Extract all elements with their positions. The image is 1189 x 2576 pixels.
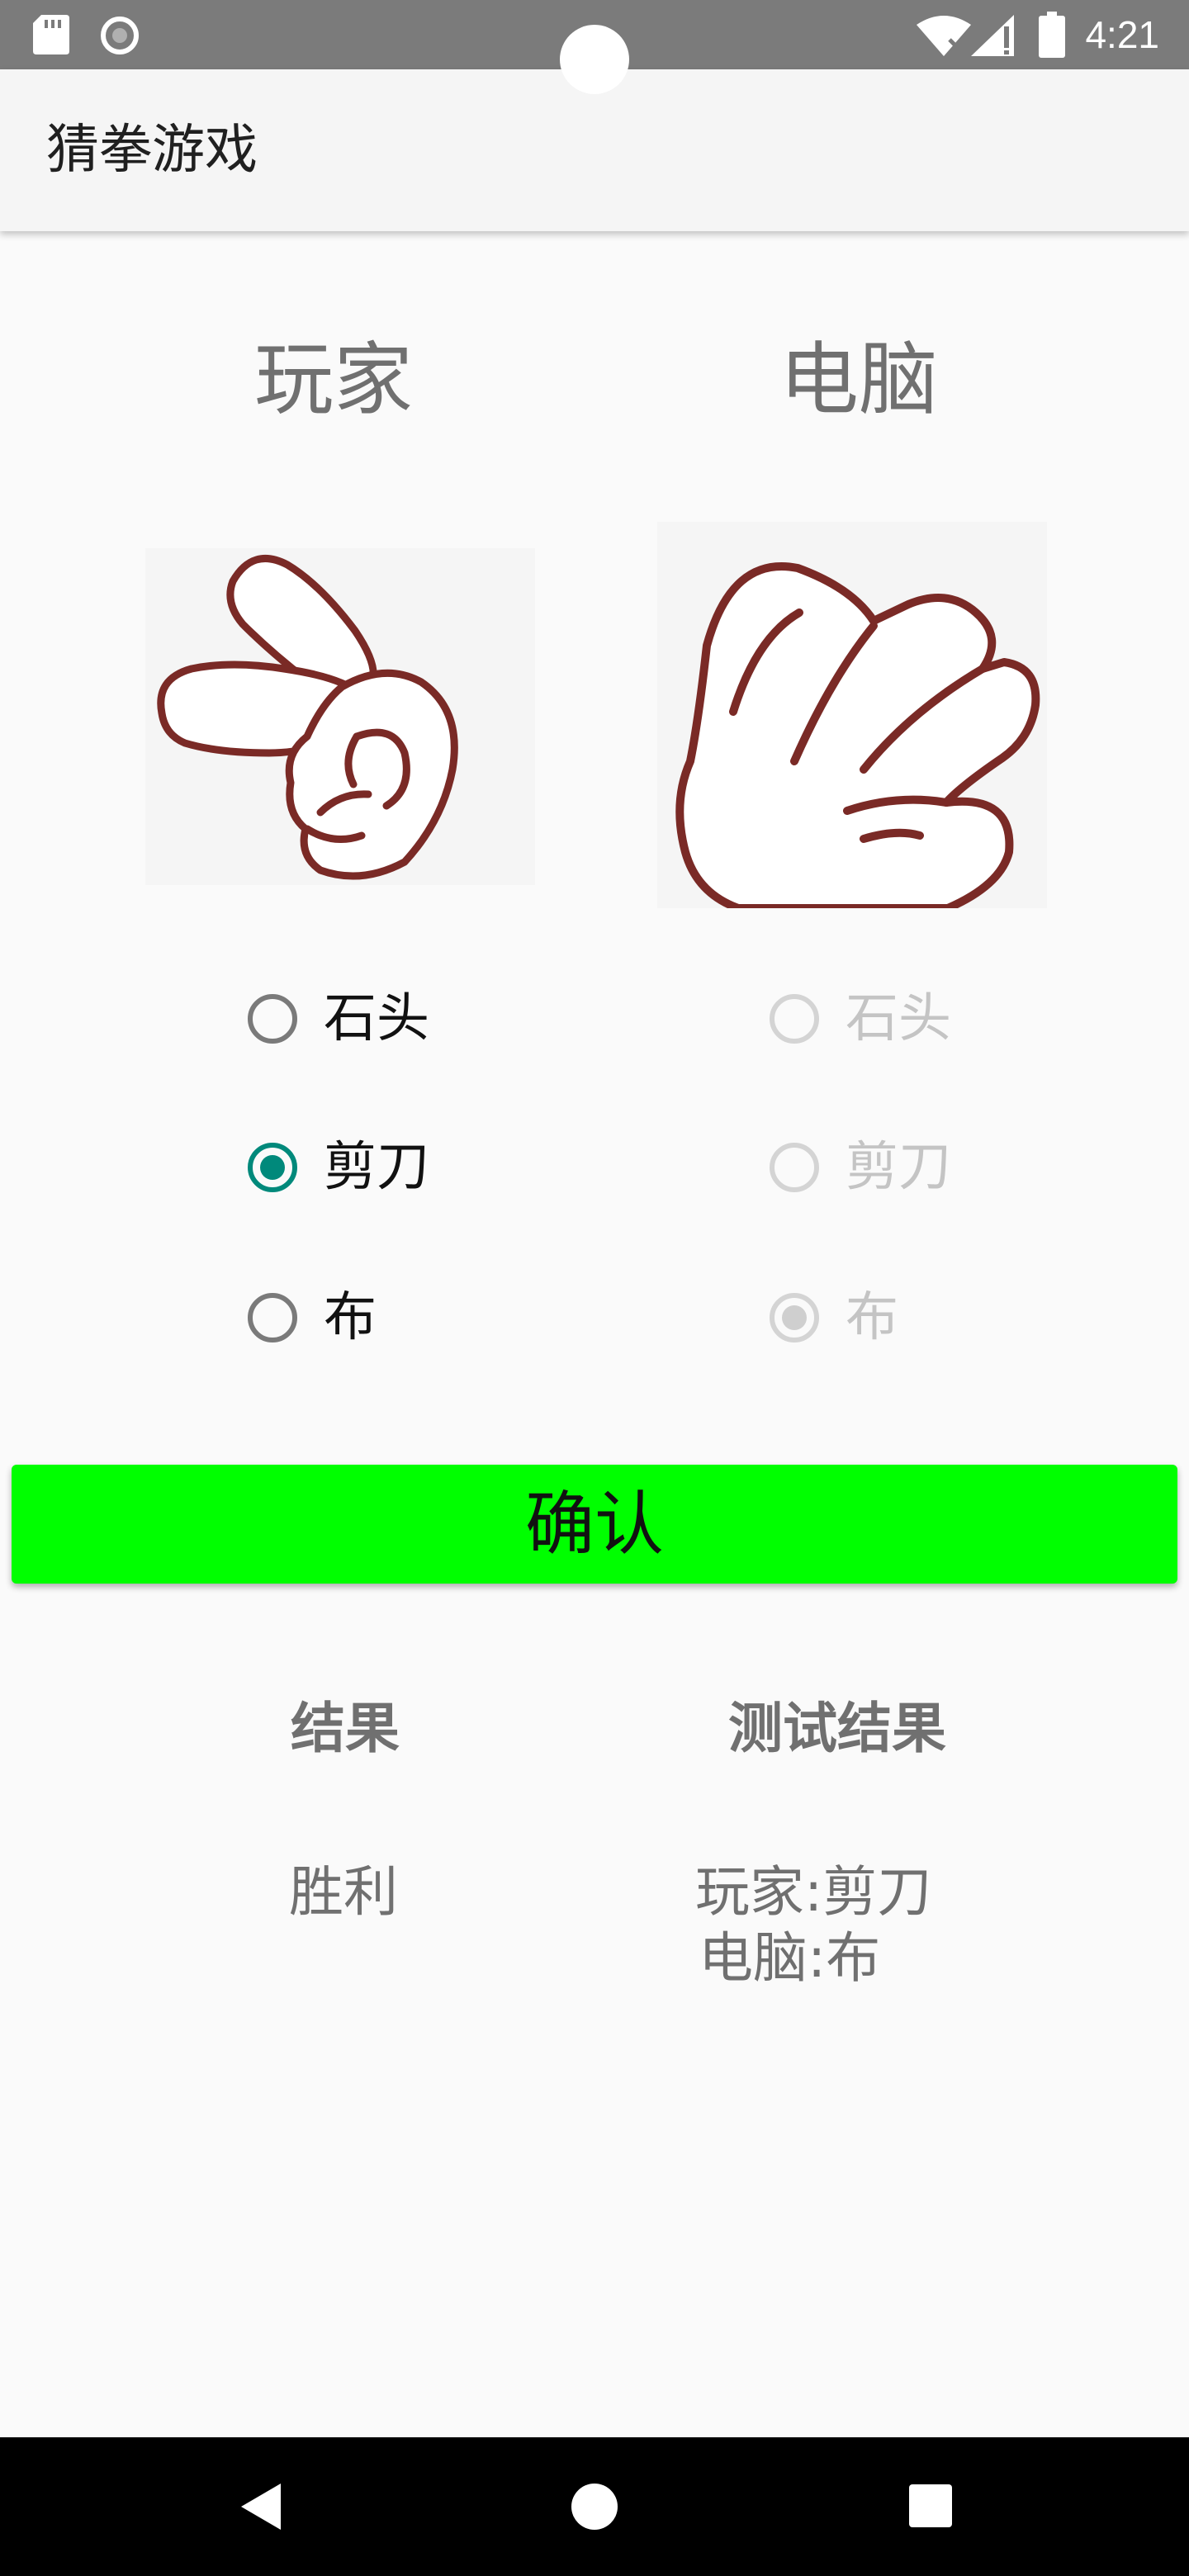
game-screen: 4:21 猜拳游戏 玩家 电脑 石头 剪刀 布 石头 剪刀 布 确认 结果 测试…: [0, 0, 1189, 2576]
radio-button[interactable]: [248, 1143, 297, 1192]
paper-hand-icon: [657, 522, 1047, 908]
test-result-line-computer: 电脑:布: [699, 1926, 881, 1990]
confirm-button[interactable]: 确认: [12, 1465, 1177, 1584]
home-icon[interactable]: [570, 2482, 619, 2531]
player-option-paper[interactable]: 布: [248, 1276, 377, 1359]
record-icon: [99, 15, 140, 56]
player-option-scissors[interactable]: 剪刀: [248, 1126, 429, 1209]
back-icon[interactable]: [239, 2482, 282, 2531]
option-label: 布: [324, 1287, 377, 1348]
player-option-rock[interactable]: 石头: [248, 978, 429, 1060]
computer-option-scissors: 剪刀: [770, 1126, 951, 1209]
status-time: 4:21: [1085, 13, 1159, 56]
sd-card-icon: [33, 15, 69, 54]
radio-button: [770, 1293, 819, 1342]
recents-icon[interactable]: [908, 2484, 953, 2528]
scissors-hand-icon: [145, 548, 535, 885]
radio-button: [770, 994, 819, 1044]
option-label: 剪刀: [324, 1137, 429, 1198]
wifi-icon: [917, 15, 971, 56]
navigation-bar: [0, 2437, 1189, 2576]
player-heading: 玩家: [254, 334, 413, 426]
option-label: 剪刀: [846, 1137, 951, 1198]
option-label: 石头: [846, 988, 951, 1049]
radio-button[interactable]: [248, 1293, 297, 1342]
computer-option-paper: 布: [770, 1276, 898, 1359]
test-result-heading: 测试结果: [728, 1697, 946, 1760]
battery-icon: [1039, 12, 1065, 58]
result-heading: 结果: [291, 1697, 400, 1760]
computer-heading: 电脑: [779, 334, 938, 426]
radio-button[interactable]: [248, 994, 297, 1044]
camera-cutout: [560, 25, 629, 94]
option-label: 布: [846, 1287, 898, 1348]
signal-icon: [971, 15, 1014, 56]
option-label: 石头: [324, 988, 429, 1049]
computer-option-rock: 石头: [770, 978, 951, 1060]
confirm-button-label: 确认: [524, 1484, 664, 1565]
result-value: 胜利: [289, 1860, 398, 1924]
radio-button: [770, 1143, 819, 1192]
app-title: 猜拳游戏: [46, 120, 258, 181]
test-result-line-player: 玩家:剪刀: [695, 1860, 932, 1924]
